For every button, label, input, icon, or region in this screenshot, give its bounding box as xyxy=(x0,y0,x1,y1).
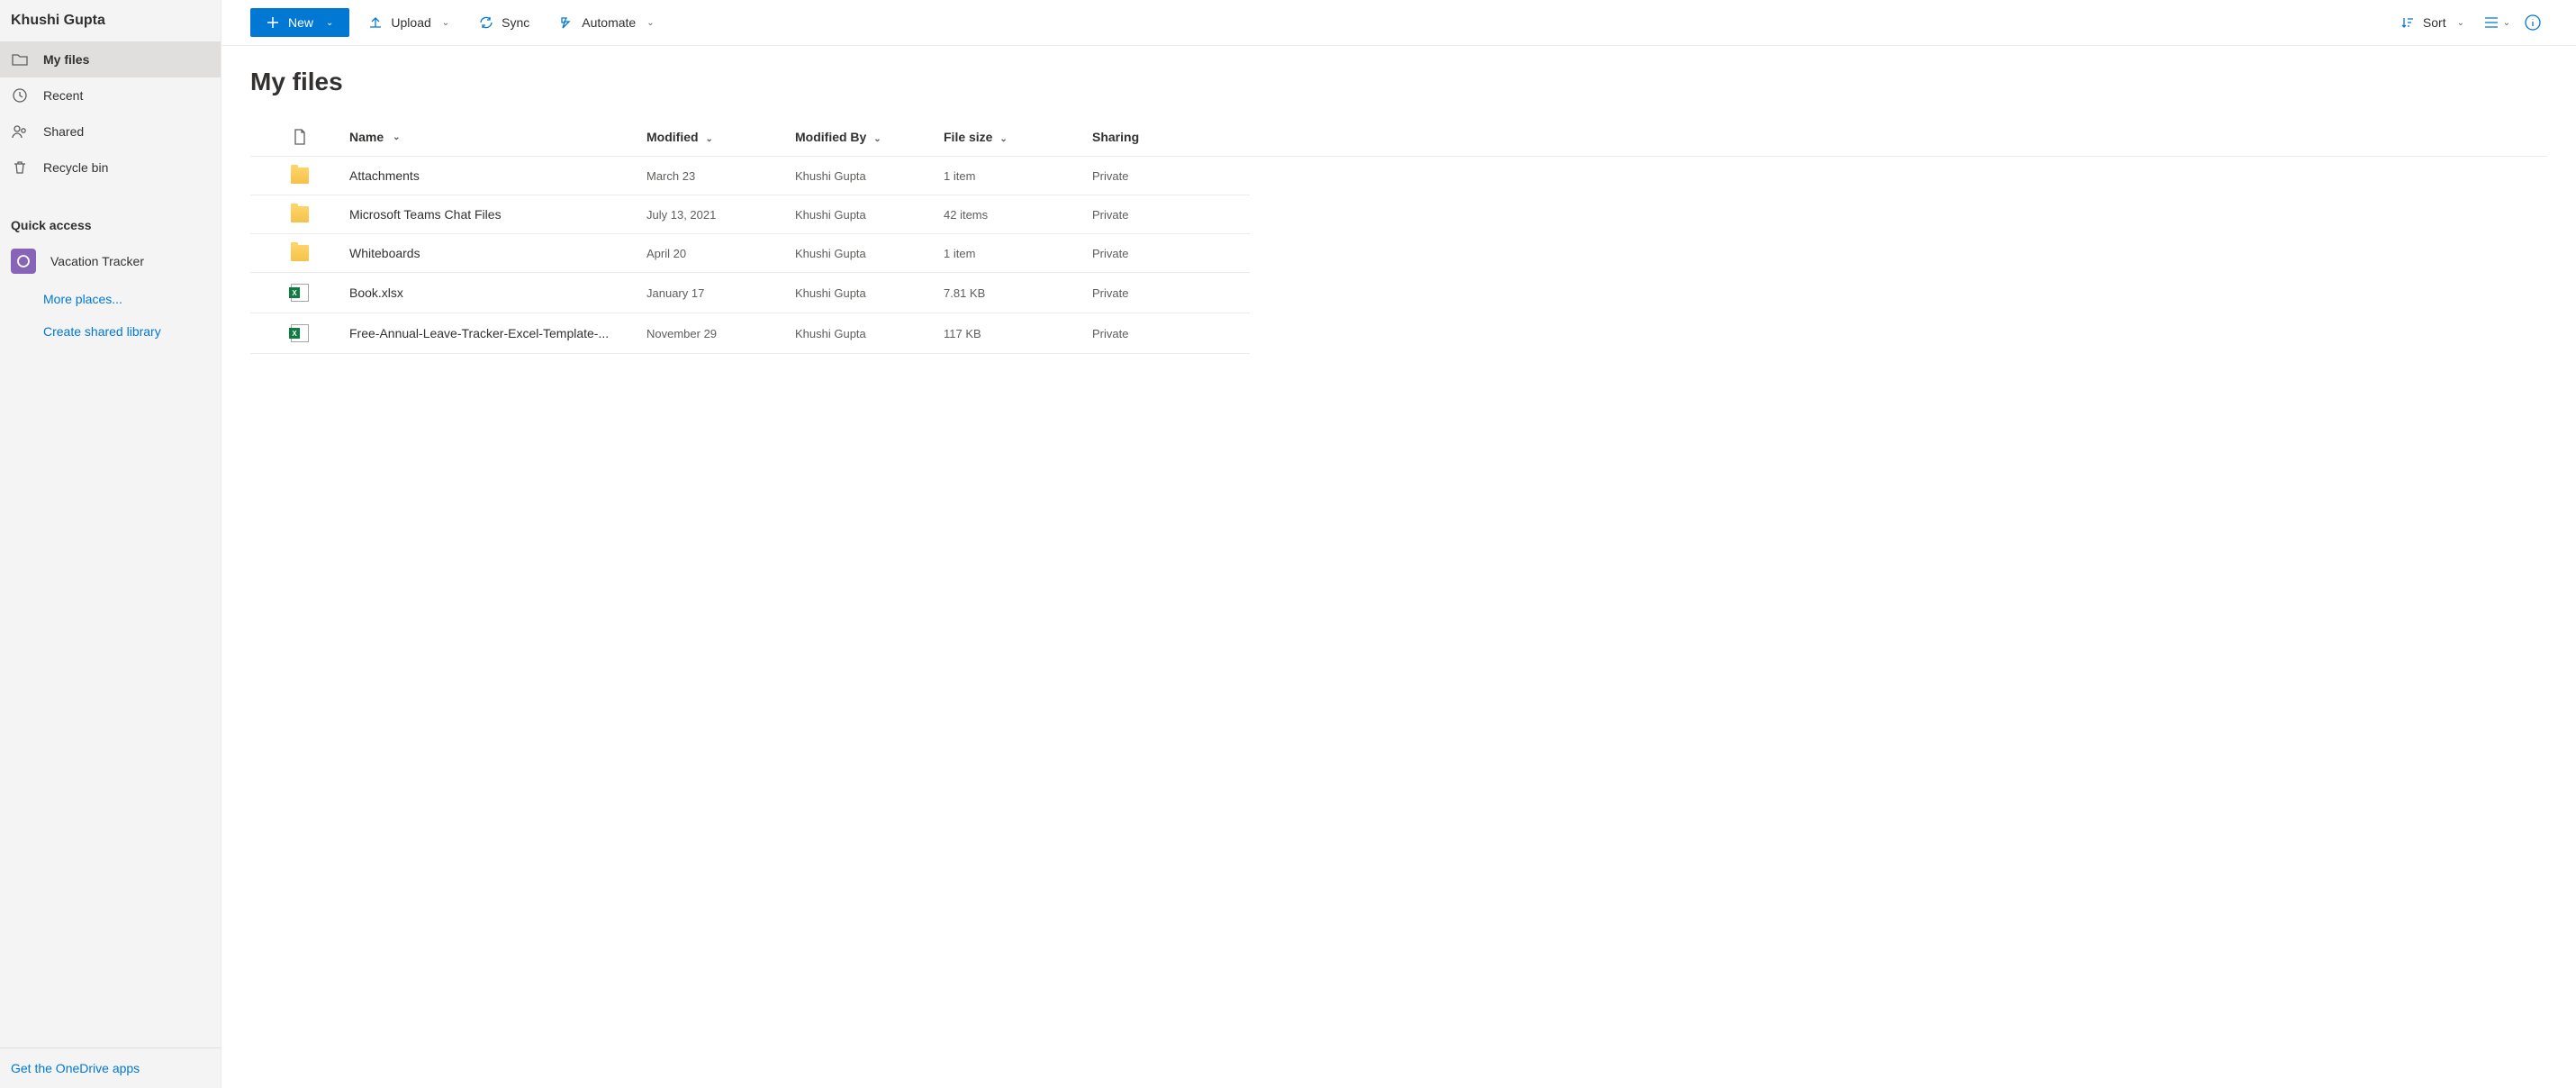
clock-icon xyxy=(11,86,29,104)
file-modified: April 20 xyxy=(646,247,795,260)
column-filesize[interactable]: File size ⌄ xyxy=(944,130,1092,144)
column-type-icon[interactable] xyxy=(250,129,349,145)
view-button[interactable]: ⌄ xyxy=(2482,8,2511,37)
chevron-down-icon: ⌄ xyxy=(705,134,712,144)
quick-access-section: Quick access Vacation Tracker More place… xyxy=(0,211,221,348)
trash-icon xyxy=(11,159,29,177)
chevron-down-icon: ⌄ xyxy=(393,132,400,142)
file-name[interactable]: Attachments xyxy=(349,168,420,183)
sync-button[interactable]: Sync xyxy=(467,7,540,38)
app-icon xyxy=(11,249,36,274)
info-button[interactable] xyxy=(2518,8,2547,37)
chevron-down-icon: ⌄ xyxy=(2503,18,2510,28)
sidebar-item-recyclebin[interactable]: Recycle bin xyxy=(0,150,221,186)
table-row[interactable]: Attachments March 23Khushi Gupta1 itemPri… xyxy=(250,157,1250,195)
sync-icon xyxy=(478,14,494,31)
file-modified: January 17 xyxy=(646,286,795,300)
file-size: 42 items xyxy=(944,208,1092,222)
automate-label: Automate xyxy=(582,15,636,30)
chevron-down-icon: ⌄ xyxy=(442,18,449,28)
people-icon xyxy=(11,122,29,141)
toolbar: New ⌄ Upload ⌄ Sync Automate ⌄ xyxy=(221,0,2576,46)
quick-access-label: Vacation Tracker xyxy=(50,254,144,268)
file-sharing: Private xyxy=(1092,327,1227,340)
sidebar-item-label: My files xyxy=(43,52,89,67)
file-name[interactable]: Whiteboards xyxy=(349,246,420,260)
sort-icon xyxy=(2400,14,2416,31)
table-row[interactable]: X Book.xlsx January 17Khushi Gupta7.81 KBP… xyxy=(250,273,1250,313)
file-modified: July 13, 2021 xyxy=(646,208,795,222)
file-modified: November 29 xyxy=(646,327,795,340)
folder-icon xyxy=(11,50,29,68)
file-size: 117 KB xyxy=(944,327,1092,340)
file-modifiedby: Khushi Gupta xyxy=(795,327,944,340)
column-modifiedby[interactable]: Modified By ⌄ xyxy=(795,130,944,144)
chevron-down-icon: ⌄ xyxy=(2457,18,2464,28)
sidebar-item-recent[interactable]: Recent xyxy=(0,77,221,113)
more-places-link[interactable]: More places... xyxy=(0,283,221,315)
quick-access-title: Quick access xyxy=(0,211,221,240)
sidebar-item-myfiles[interactable]: My files xyxy=(0,41,221,77)
file-size: 7.81 KB xyxy=(944,286,1092,300)
file-size: 1 item xyxy=(944,169,1092,183)
column-sharing[interactable]: Sharing xyxy=(1092,130,1227,144)
file-size: 1 item xyxy=(944,247,1092,260)
folder-icon xyxy=(291,245,309,261)
sidebar-item-label: Shared xyxy=(43,124,84,139)
excel-icon: X xyxy=(291,284,309,302)
sort-label: Sort xyxy=(2423,15,2446,30)
content: My files Name ⌄ Modified ⌄ Modified By ⌄ xyxy=(221,46,2576,376)
plus-icon xyxy=(267,16,279,29)
chevron-down-icon: ⌄ xyxy=(873,134,881,144)
file-modified: March 23 xyxy=(646,169,795,183)
sidebar-item-shared[interactable]: Shared xyxy=(0,113,221,150)
file-sharing: Private xyxy=(1092,286,1227,300)
table-row[interactable]: X Free-Annual-Leave-Tracker-Excel-Templat… xyxy=(250,313,1250,354)
file-modifiedby: Khushi Gupta xyxy=(795,169,944,183)
get-apps-link[interactable]: Get the OneDrive apps xyxy=(0,1047,221,1088)
chevron-down-icon: ⌄ xyxy=(999,134,1007,144)
file-modifiedby: Khushi Gupta xyxy=(795,286,944,300)
upload-label: Upload xyxy=(391,15,430,30)
sync-label: Sync xyxy=(502,15,529,30)
page-title: My files xyxy=(250,68,2547,96)
table-header: Name ⌄ Modified ⌄ Modified By ⌄ File siz… xyxy=(250,118,2547,157)
file-sharing: Private xyxy=(1092,208,1227,222)
file-table: Name ⌄ Modified ⌄ Modified By ⌄ File siz… xyxy=(250,118,2547,354)
upload-button[interactable]: Upload ⌄ xyxy=(357,7,460,38)
sort-button[interactable]: Sort ⌄ xyxy=(2389,7,2475,38)
file-name[interactable]: Microsoft Teams Chat Files xyxy=(349,207,502,222)
sidebar-item-label: Recycle bin xyxy=(43,160,108,175)
sidebar-item-label: Recent xyxy=(43,88,83,103)
automate-button[interactable]: Automate ⌄ xyxy=(547,7,664,38)
sidebar: Khushi Gupta My files Recent Shared Recy… xyxy=(0,0,221,1088)
new-button-label: New xyxy=(288,15,313,30)
chevron-down-icon: ⌄ xyxy=(326,18,333,28)
file-modifiedby: Khushi Gupta xyxy=(795,247,944,260)
file-modifiedby: Khushi Gupta xyxy=(795,208,944,222)
column-modified[interactable]: Modified ⌄ xyxy=(646,130,795,144)
table-row[interactable]: Whiteboards April 20Khushi Gupta1 itemPri… xyxy=(250,234,1250,273)
file-sharing: Private xyxy=(1092,247,1227,260)
main: New ⌄ Upload ⌄ Sync Automate ⌄ xyxy=(221,0,2576,1088)
excel-icon: X xyxy=(291,324,309,342)
automate-icon xyxy=(558,14,574,31)
column-name[interactable]: Name ⌄ xyxy=(349,130,646,144)
folder-icon xyxy=(291,168,309,184)
new-button[interactable]: New ⌄ xyxy=(250,8,349,37)
folder-icon xyxy=(291,206,309,222)
file-sharing: Private xyxy=(1092,169,1227,183)
table-row[interactable]: Microsoft Teams Chat Files July 13, 2021K… xyxy=(250,195,1250,234)
file-name[interactable]: Free-Annual-Leave-Tracker-Excel-Template… xyxy=(349,326,609,340)
upload-icon xyxy=(367,14,384,31)
user-name: Khushi Gupta xyxy=(0,0,221,41)
file-name[interactable]: Book.xlsx xyxy=(349,286,403,300)
quick-access-item[interactable]: Vacation Tracker xyxy=(0,240,221,283)
create-library-link[interactable]: Create shared library xyxy=(0,315,221,348)
chevron-down-icon: ⌄ xyxy=(646,18,654,28)
